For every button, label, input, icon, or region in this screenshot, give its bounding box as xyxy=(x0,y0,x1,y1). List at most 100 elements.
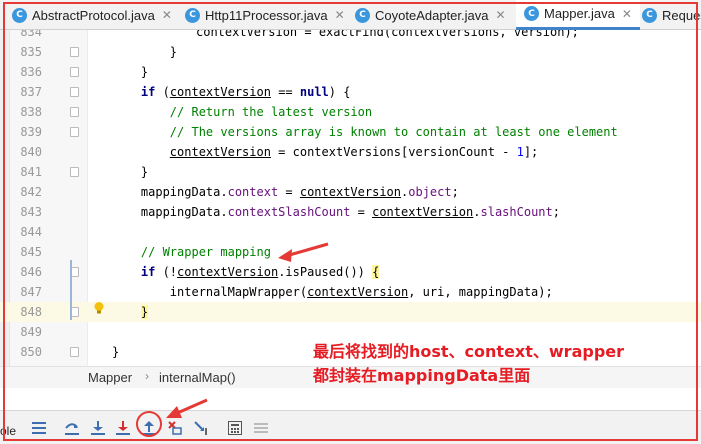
tab-mapper[interactable]: C Mapper.java ✕ xyxy=(516,0,640,30)
step-into-button[interactable] xyxy=(89,419,107,437)
tab-label: Reques xyxy=(662,7,701,23)
fold-marker-icon[interactable] xyxy=(70,167,79,177)
run-to-cursor-icon xyxy=(194,421,207,435)
menu-lines-icon xyxy=(32,422,46,434)
line-number: 836 xyxy=(20,65,42,79)
code-line: 834 contextVersion = exactFind(contextVe… xyxy=(0,30,701,42)
console-tab-label[interactable]: ole xyxy=(0,424,16,438)
tab-http11-processor[interactable]: C Http11Processor.java ✕ xyxy=(185,0,345,30)
tab-label: CoyoteAdapter.java xyxy=(375,7,489,23)
line-number: 842 xyxy=(20,185,42,199)
breadcrumb-method[interactable]: internalMap() xyxy=(159,370,236,385)
step-over-button[interactable] xyxy=(63,419,81,437)
line-number: 837 xyxy=(20,85,42,99)
step-into-icon xyxy=(91,421,105,435)
force-step-into-button[interactable] xyxy=(114,419,132,437)
close-icon[interactable]: ✕ xyxy=(335,8,345,22)
line-number: 847 xyxy=(20,285,42,299)
line-number: 846 xyxy=(20,265,42,279)
code-line: 845 // Wrapper mapping xyxy=(0,242,701,262)
java-class-icon: C xyxy=(12,7,27,23)
line-number: 835 xyxy=(20,45,42,59)
step-out-button[interactable] xyxy=(140,419,158,437)
fold-marker-icon[interactable] xyxy=(70,127,79,137)
code-comment: // The versions array is known to contai… xyxy=(169,125,618,139)
line-number: 838 xyxy=(20,105,42,119)
code-line: 846 if (!contextVersion.isPaused()) { xyxy=(0,262,701,282)
force-step-into-icon xyxy=(116,421,130,435)
code-comment: // Wrapper mapping xyxy=(140,245,271,259)
java-class-icon: C xyxy=(185,7,200,23)
code-text: internalMapWrapper(contextVersion, uri, … xyxy=(112,285,553,299)
fold-marker-icon[interactable] xyxy=(70,107,79,117)
trace-icon xyxy=(254,423,268,433)
tab-label: Http11Processor.java xyxy=(205,7,328,23)
line-number: 834 xyxy=(20,30,42,39)
drop-frame-button[interactable] xyxy=(166,419,184,437)
code-line: 835 } xyxy=(0,42,701,62)
close-icon[interactable]: ✕ xyxy=(162,8,172,22)
code-line: 840 contextVersion = contextVersions[ver… xyxy=(0,142,701,162)
code-line: 842 mappingData.context = contextVersion… xyxy=(0,182,701,202)
code-line: 849 xyxy=(0,322,701,342)
annotation-callout: 最后将找到的host、context、wrapper 都封装在mappingDa… xyxy=(313,340,624,388)
annotation-line-2: 都封装在mappingData里面 xyxy=(313,366,531,385)
code-editor[interactable]: 834 contextVersion = exactFind(contextVe… xyxy=(0,30,701,366)
code-text: contextVersion = contextVersions[version… xyxy=(169,145,539,159)
line-number: 843 xyxy=(20,205,42,219)
code-line: 843 mappingData.contextSlashCount = cont… xyxy=(0,202,701,222)
java-class-icon: C xyxy=(355,7,370,23)
tab-request[interactable]: C Reques xyxy=(642,0,701,30)
fold-marker-icon[interactable] xyxy=(70,47,79,57)
tab-label: Mapper.java xyxy=(544,6,615,21)
code-line: 837 if (contextVersion == null) { xyxy=(0,82,701,102)
tab-label: AbstractProtocol.java xyxy=(32,7,155,23)
close-icon[interactable]: ✕ xyxy=(495,8,505,22)
line-number: 845 xyxy=(20,245,42,259)
line-number: 850 xyxy=(20,345,42,359)
calculator-icon xyxy=(228,421,242,435)
code-line: 844 xyxy=(0,222,701,242)
code-text: if (contextVersion == null) { xyxy=(140,85,351,99)
annotation-line-1: 最后将找到的host、context、wrapper xyxy=(313,342,625,361)
editor-tab-bar: C AbstractProtocol.java ✕ C Http11Proces… xyxy=(0,0,701,30)
line-number: 841 xyxy=(20,165,42,179)
step-out-icon xyxy=(142,421,156,435)
fold-marker-icon[interactable] xyxy=(70,87,79,97)
breadcrumb-separator: › xyxy=(145,369,149,383)
change-marker xyxy=(70,260,72,320)
code-line: 839 // The versions array is known to co… xyxy=(0,122,701,142)
code-text: if (!contextVersion.isPaused()) { xyxy=(140,265,380,279)
fold-marker-icon[interactable] xyxy=(70,347,79,357)
code-line: 838 // Return the latest version xyxy=(0,102,701,122)
tab-abstract-protocol[interactable]: C AbstractProtocol.java ✕ xyxy=(12,0,172,30)
step-over-icon xyxy=(65,423,79,435)
code-line: 841 } xyxy=(0,162,701,182)
lightbulb-icon[interactable] xyxy=(92,301,106,315)
close-icon[interactable]: ✕ xyxy=(622,7,632,21)
breadcrumb-class[interactable]: Mapper xyxy=(88,370,132,385)
code-line: 847 internalMapWrapper(contextVersion, u… xyxy=(0,282,701,302)
line-number: 848 xyxy=(20,305,42,319)
drop-frame-icon xyxy=(168,421,182,435)
code-text: } xyxy=(140,305,149,319)
line-number: 844 xyxy=(20,225,42,239)
fold-marker-icon[interactable] xyxy=(70,67,79,77)
java-class-icon: C xyxy=(642,7,657,23)
code-text: mappingData.contextSlashCount = contextV… xyxy=(112,205,560,219)
code-text: } xyxy=(112,45,178,59)
evaluate-expression-button[interactable] xyxy=(226,419,244,437)
show-execution-point-button[interactable] xyxy=(30,419,48,437)
tab-coyote-adapter[interactable]: C CoyoteAdapter.java ✕ xyxy=(355,0,506,30)
code-comment: // Return the latest version xyxy=(169,105,373,119)
code-text: mappingData.context = contextVersion.obj… xyxy=(112,185,459,199)
code-text: contextVersion = exactFind(contextVersio… xyxy=(196,30,579,39)
java-class-icon: C xyxy=(524,6,539,21)
code-text: } xyxy=(112,345,120,359)
trace-button[interactable] xyxy=(252,419,270,437)
line-number: 839 xyxy=(20,125,42,139)
code-line: 836 } xyxy=(0,62,701,82)
run-to-cursor-button[interactable] xyxy=(192,419,210,437)
debug-toolbar: ole xyxy=(0,410,701,444)
code-text: } xyxy=(112,165,149,179)
